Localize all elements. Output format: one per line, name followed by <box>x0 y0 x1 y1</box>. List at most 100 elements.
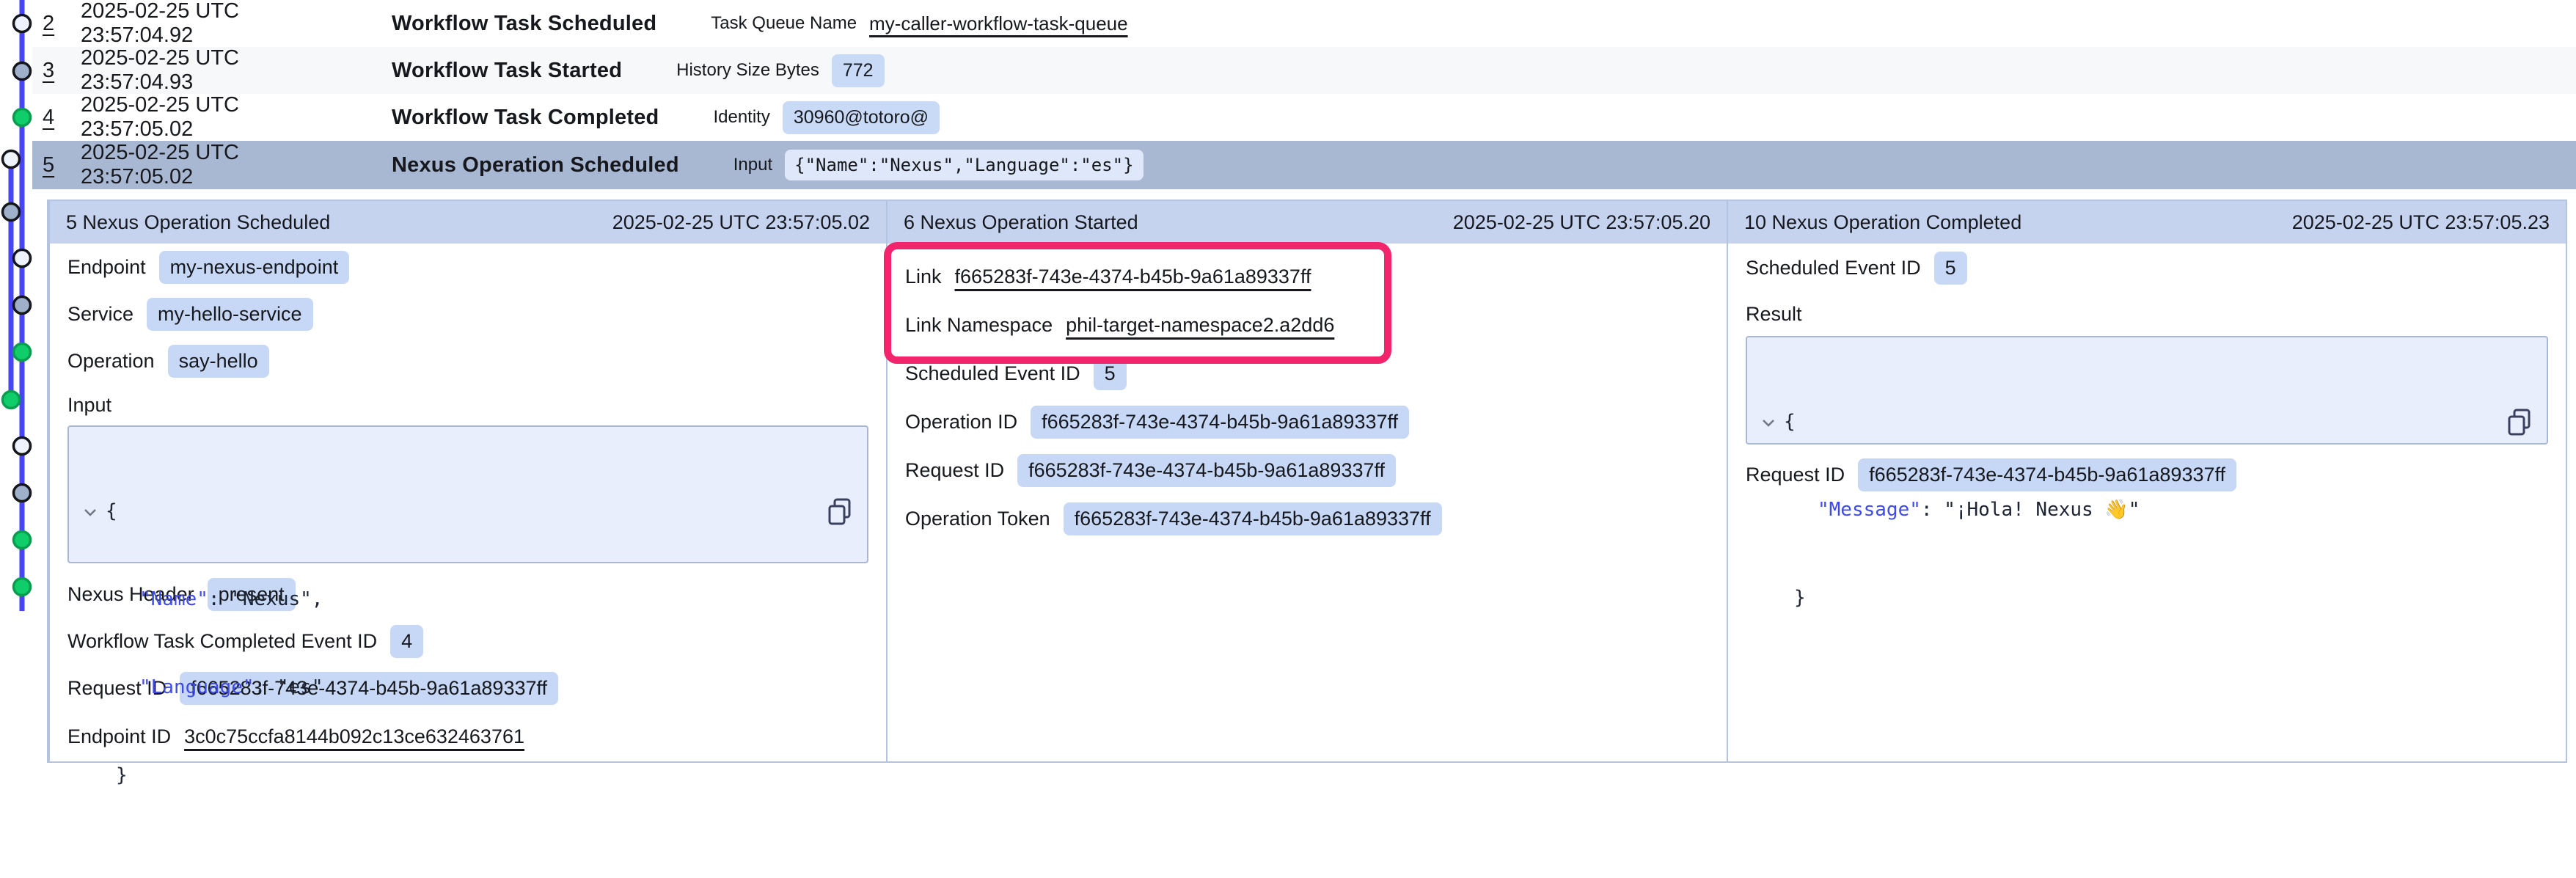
event-timeline-graph <box>0 0 41 773</box>
panel-nexus-operation-completed: 10 Nexus Operation Completed 2025-02-25 … <box>1727 201 2566 761</box>
json-key: "Message" <box>1818 499 1921 521</box>
field-label: Operation <box>67 350 155 373</box>
timeline-dot-scheduled[interactable] <box>3 151 20 168</box>
panel-header: 10 Nexus Operation Completed 2025-02-25 … <box>1728 201 2566 244</box>
field-link: Link f665283f-743e-4374-b45b-9a61a89337f… <box>905 252 1709 301</box>
json-value: : "¡Hola! Nexus 👋" <box>1921 499 2140 521</box>
scheduled-event-id-badge: 5 <box>1094 357 1127 390</box>
field-label: Link Namespace <box>905 314 1053 337</box>
json-value: : "Nexus", <box>208 588 323 610</box>
timeline-dot-scheduled[interactable] <box>14 438 31 455</box>
event-timestamp: 2025-02-25 UTC 23:57:04.93 <box>81 46 346 95</box>
event-id-link[interactable]: 2 <box>43 12 66 36</box>
result-json-viewer: { "Message": "¡Hola! Nexus 👋" } <box>1746 336 2548 445</box>
field-label: Service <box>67 303 133 326</box>
event-timestamp: 2025-02-25 UTC 23:57:05.02 <box>81 141 346 189</box>
result-section-label: Result <box>1746 292 2548 336</box>
panel-timestamp: 2025-02-25 UTC 23:57:05.23 <box>2292 211 2550 234</box>
panel-timestamp: 2025-02-25 UTC 23:57:05.20 <box>1453 211 1710 234</box>
panel-timestamp: 2025-02-25 UTC 23:57:05.02 <box>612 211 870 234</box>
field-request-id: Request ID f665283f-743e-4374-b45b-9a61a… <box>905 446 1709 494</box>
operation-badge: say-hello <box>168 345 269 378</box>
history-size-badge: 772 <box>832 54 885 87</box>
chevron-down-icon[interactable] <box>1760 407 1779 436</box>
event-detail-label: History Size Bytes <box>676 60 819 81</box>
timeline-dot-started[interactable] <box>14 297 31 314</box>
event-row-nexus-operation-scheduled[interactable]: 5 2025-02-25 UTC 23:57:05.02 Nexus Opera… <box>32 141 2576 189</box>
event-detail-label: Task Queue Name <box>711 13 857 34</box>
input-json-viewer: { "Name": "Nexus", "Language": "es" } <box>67 425 868 563</box>
field-endpoint: Endpoint my-nexus-endpoint <box>67 244 868 290</box>
field-label: Operation Token <box>905 508 1050 530</box>
event-name: Workflow Task Scheduled <box>392 12 656 36</box>
request-id-badge: f665283f-743e-4374-b45b-9a61a89337ff <box>1017 454 1396 487</box>
timeline-dot-started[interactable] <box>14 63 31 80</box>
field-link-namespace: Link Namespace phil-target-namespace2.a2… <box>905 301 1709 349</box>
event-id-link[interactable]: 5 <box>43 153 66 178</box>
service-badge: my-hello-service <box>147 298 313 331</box>
copy-icon[interactable] <box>2506 349 2533 378</box>
timeline-dot-started[interactable] <box>3 204 20 221</box>
timeline-dot-completed[interactable] <box>14 532 31 549</box>
panel-header: 6 Nexus Operation Started 2025-02-25 UTC… <box>888 201 1727 244</box>
chevron-down-icon[interactable] <box>82 497 101 526</box>
field-scheduled-event-id: Scheduled Event ID 5 <box>1746 244 2548 292</box>
timeline-dot-scheduled[interactable] <box>14 15 31 32</box>
json-close-brace: } <box>1760 583 2529 612</box>
task-queue-link[interactable]: my-caller-workflow-task-queue <box>869 12 1128 35</box>
panel-nexus-operation-scheduled: 5 Nexus Operation Scheduled 2025-02-25 U… <box>48 201 886 761</box>
event-name: Nexus Operation Scheduled <box>392 153 679 178</box>
json-key: "Language" <box>139 676 255 698</box>
identity-badge: 30960@totoro@ <box>783 101 940 134</box>
panel-nexus-operation-started: 6 Nexus Operation Started 2025-02-25 UTC… <box>886 201 1727 761</box>
panel-title: 6 Nexus Operation Started <box>904 211 1138 234</box>
panel-title: 5 Nexus Operation Scheduled <box>66 211 330 234</box>
event-group-detail-panels: 5 Nexus Operation Scheduled 2025-02-25 U… <box>47 200 2567 763</box>
event-row-workflow-task-started[interactable]: 3 2025-02-25 UTC 23:57:04.93 Workflow Ta… <box>32 47 2576 94</box>
timeline-dot-completed[interactable] <box>3 392 20 409</box>
json-value: : "es" <box>255 676 323 698</box>
event-detail-label: Identity <box>713 107 769 128</box>
input-section-label: Input <box>67 384 868 425</box>
event-row-workflow-task-scheduled[interactable]: 2 2025-02-25 UTC 23:57:04.92 Workflow Ta… <box>32 0 2576 47</box>
field-scheduled-event-id: Scheduled Event ID 5 <box>905 349 1709 398</box>
json-open-brace: { <box>1784 411 1796 433</box>
event-name: Workflow Task Started <box>392 59 622 83</box>
field-operation-id: Operation ID f665283f-743e-4374-b45b-9a6… <box>905 398 1709 446</box>
panel-title: 10 Nexus Operation Completed <box>1744 211 2021 234</box>
field-label: Request ID <box>905 459 1004 482</box>
event-name: Workflow Task Completed <box>392 106 659 130</box>
input-json-badge: {"Name":"Nexus","Language":"es"} <box>785 150 1143 180</box>
field-operation-token: Operation Token f665283f-743e-4374-b45b-… <box>905 494 1709 543</box>
json-close-brace: } <box>82 761 849 790</box>
timeline-dot-completed[interactable] <box>14 109 31 126</box>
timeline-dot-completed[interactable] <box>14 579 31 596</box>
field-label: Scheduled Event ID <box>1746 257 1921 279</box>
event-timestamp: 2025-02-25 UTC 23:57:04.92 <box>81 0 346 48</box>
field-service: Service my-hello-service <box>67 290 868 337</box>
json-key: "Name" <box>139 588 208 610</box>
panel-header: 5 Nexus Operation Scheduled 2025-02-25 U… <box>50 201 886 244</box>
event-id-link[interactable]: 3 <box>43 59 66 83</box>
scheduled-event-id-badge: 5 <box>1934 252 1967 285</box>
field-label: Scheduled Event ID <box>905 362 1080 385</box>
link-namespace-link[interactable]: phil-target-namespace2.a2dd6 <box>1066 314 1334 337</box>
event-row-workflow-task-completed[interactable]: 4 2025-02-25 UTC 23:57:05.02 Workflow Ta… <box>32 94 2576 141</box>
event-detail-label: Input <box>733 155 772 175</box>
workflow-history-view: { "colors": { "accent_badge": "#c9daf7",… <box>0 0 2576 773</box>
event-timestamp: 2025-02-25 UTC 23:57:05.02 <box>81 93 346 142</box>
field-operation: Operation say-hello <box>67 337 868 384</box>
field-label: Endpoint <box>67 256 146 279</box>
operation-token-badge: f665283f-743e-4374-b45b-9a61a89337ff <box>1064 502 1442 535</box>
timeline-dot-scheduled[interactable] <box>14 250 31 267</box>
field-label: Operation ID <box>905 411 1017 433</box>
timeline-dot-started[interactable] <box>14 485 31 502</box>
link-value-link[interactable]: f665283f-743e-4374-b45b-9a61a89337ff <box>955 266 1311 288</box>
timeline-dot-completed[interactable] <box>14 344 31 361</box>
copy-icon[interactable] <box>826 439 854 468</box>
field-label: Link <box>905 266 942 288</box>
endpoint-badge: my-nexus-endpoint <box>159 251 350 284</box>
json-open-brace: { <box>106 500 117 522</box>
operation-id-badge: f665283f-743e-4374-b45b-9a61a89337ff <box>1031 406 1409 439</box>
event-id-link[interactable]: 4 <box>43 106 66 130</box>
